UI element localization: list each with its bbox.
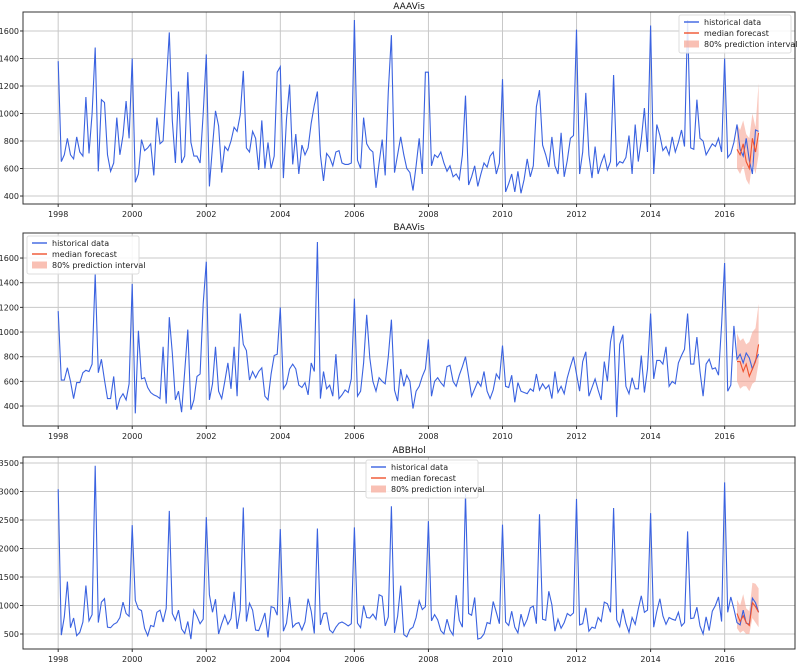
historical-data-line bbox=[57, 19, 759, 194]
prediction-interval-band bbox=[737, 303, 759, 392]
subplot-abbhol: ABBHol 500 1000 1500 2000 2500 3000 3500 1998 200… bbox=[0, 446, 796, 664]
x-tick-label: 2004 bbox=[270, 432, 290, 441]
legend: historical data median forecast 80% predic… bbox=[365, 459, 485, 499]
y-tick-label: 1000 bbox=[0, 110, 19, 119]
x-tick-label: 2016 bbox=[714, 655, 734, 664]
x-tick-label: 2006 bbox=[344, 432, 364, 441]
x-tick-label: 2010 bbox=[492, 655, 512, 664]
y-tick-label: 1400 bbox=[0, 279, 19, 288]
x-tick-label: 2010 bbox=[492, 210, 512, 219]
legend-interval-swatch bbox=[371, 485, 386, 493]
x-tick-label: 2008 bbox=[418, 432, 438, 441]
legend-interval-label: 80% prediction interval bbox=[52, 261, 146, 270]
legend-median-label: median forecast bbox=[704, 29, 769, 38]
x-tick-label: 2014 bbox=[640, 655, 660, 664]
x-tick-label: 2012 bbox=[566, 210, 586, 219]
x-tick-label: 2004 bbox=[270, 655, 290, 664]
y-tick-label: 3000 bbox=[0, 487, 19, 496]
y-tick-label: 1000 bbox=[0, 328, 19, 337]
subplot-baavis: BAAVis 400 600 800 1000 1200 1400 1600 1998 2000 2… bbox=[0, 223, 796, 441]
y-tick-label: 800 bbox=[4, 137, 19, 146]
y-tick-label: 600 bbox=[4, 377, 19, 386]
x-tick-label: 2002 bbox=[196, 655, 216, 664]
legend-historical-label: historical data bbox=[52, 239, 109, 248]
y-tick-label: 1600 bbox=[0, 254, 19, 263]
x-tick-label: 1998 bbox=[48, 210, 68, 219]
x-tick-label: 2000 bbox=[122, 210, 142, 219]
legend-historical-label: historical data bbox=[391, 463, 448, 472]
x-tick-label: 2010 bbox=[492, 432, 512, 441]
y-tick-label: 1600 bbox=[0, 27, 19, 36]
x-tick-label: 2012 bbox=[566, 432, 586, 441]
y-tick-label: 1200 bbox=[0, 82, 19, 91]
y-tick-label: 600 bbox=[4, 165, 19, 174]
x-tick-label: 2000 bbox=[122, 432, 142, 441]
y-tick-label: 400 bbox=[4, 402, 19, 411]
subplot-aaavis: AAAVis 400 600 800 1000 1200 1400 1600 1998 2000 2… bbox=[0, 2, 798, 219]
y-tick-label: 1000 bbox=[0, 602, 19, 611]
legend-interval-swatch bbox=[32, 261, 47, 269]
y-tick-label: 1500 bbox=[0, 573, 19, 582]
y-tick-label: 2000 bbox=[0, 544, 19, 553]
x-tick-label: 2008 bbox=[418, 655, 438, 664]
y-tick-label: 800 bbox=[4, 353, 19, 362]
x-tick-label: 2006 bbox=[344, 210, 364, 219]
x-tick-label: 2004 bbox=[270, 210, 290, 219]
legend: historical data median forecast 80% predic… bbox=[678, 14, 798, 54]
legend-interval-label: 80% prediction interval bbox=[391, 485, 485, 494]
x-tick-label: 2008 bbox=[418, 210, 438, 219]
x-tick-label: 2016 bbox=[714, 432, 734, 441]
y-tick-label: 2500 bbox=[0, 516, 19, 525]
legend-interval-label: 80% prediction interval bbox=[704, 40, 798, 49]
y-tick-label: 3500 bbox=[0, 459, 19, 468]
x-tick-label: 2002 bbox=[196, 210, 216, 219]
subplot-title: BAAVis bbox=[393, 223, 425, 233]
x-tick-label: 2000 bbox=[122, 655, 142, 664]
y-tick-label: 1400 bbox=[0, 54, 19, 63]
y-tick-label: 500 bbox=[4, 630, 19, 639]
x-tick-label: 2014 bbox=[640, 432, 660, 441]
x-tick-label: 1998 bbox=[48, 655, 68, 664]
x-tick-label: 2012 bbox=[566, 655, 586, 664]
y-tick-label: 400 bbox=[4, 192, 19, 201]
x-tick-label: 2002 bbox=[196, 432, 216, 441]
forecast-figure: AAAVis 400 600 800 1000 1200 1400 1600 1998 2000 2… bbox=[0, 2, 798, 664]
legend-median-label: median forecast bbox=[52, 250, 117, 259]
legend-median-label: median forecast bbox=[391, 474, 456, 483]
legend: historical data median forecast 80% predic… bbox=[26, 235, 146, 275]
subplot-title: AAAVis bbox=[393, 2, 425, 12]
x-tick-label: 2014 bbox=[640, 210, 660, 219]
subplot-title: ABBHol bbox=[392, 446, 425, 456]
legend-historical-label: historical data bbox=[704, 18, 761, 27]
x-tick-label: 1998 bbox=[48, 432, 68, 441]
x-tick-label: 2006 bbox=[344, 655, 364, 664]
historical-data-line bbox=[57, 241, 760, 418]
y-tick-label: 1200 bbox=[0, 303, 19, 312]
legend-interval-swatch bbox=[684, 40, 699, 48]
x-tick-label: 2016 bbox=[714, 210, 734, 219]
prediction-interval-band bbox=[737, 582, 759, 634]
